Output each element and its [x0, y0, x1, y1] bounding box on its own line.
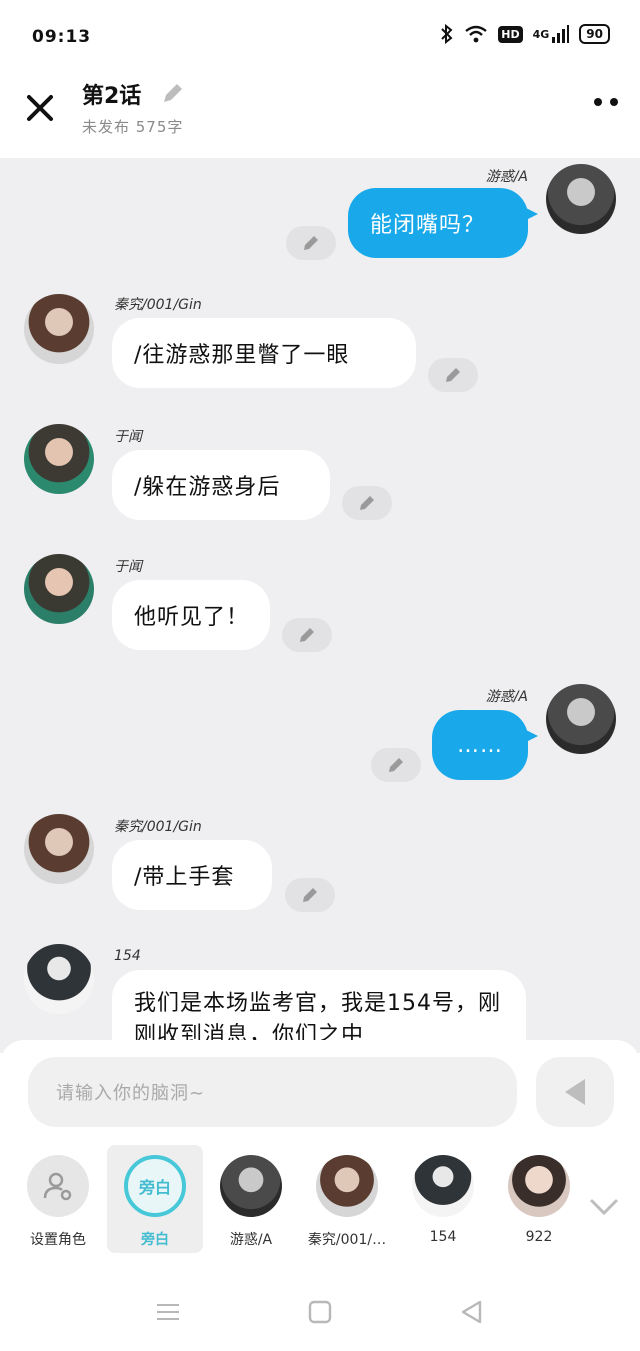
menu-icon — [157, 1304, 179, 1320]
home-icon — [308, 1300, 332, 1324]
char-label: 922 — [525, 1229, 553, 1245]
more-options-button[interactable] — [594, 98, 618, 106]
avatar[interactable] — [546, 684, 616, 754]
char-avatar — [508, 1155, 570, 1217]
pencil-icon — [360, 496, 374, 510]
home-nav-button[interactable] — [306, 1298, 334, 1326]
back-icon — [461, 1300, 482, 1324]
edit-message-button[interactable] — [282, 618, 332, 652]
status-time: 09:13 — [32, 27, 92, 47]
character-narration[interactable]: 旁白 旁白 — [107, 1145, 203, 1253]
dot-icon — [594, 98, 602, 106]
char-label: 游惑/A — [229, 1232, 273, 1248]
avatar[interactable] — [24, 814, 94, 884]
sender-name: 于闻 — [114, 429, 142, 445]
expand-characters-button[interactable] — [588, 1195, 620, 1219]
sender-name: 游惑/A — [485, 169, 528, 185]
avatar[interactable] — [24, 554, 94, 624]
avatar[interactable] — [24, 294, 94, 364]
page-title: 第2话 — [82, 84, 142, 109]
message-input[interactable]: 请输入你的脑洞~ — [28, 1057, 517, 1127]
send-icon — [565, 1079, 585, 1105]
edit-message-button[interactable] — [342, 486, 392, 520]
wifi-icon — [464, 25, 488, 43]
char-avatar — [220, 1155, 282, 1217]
pencil-icon — [300, 628, 314, 642]
message-bubble[interactable]: /躲在游惑身后 — [112, 450, 330, 520]
message-bubble[interactable]: /带上手套 — [112, 840, 272, 910]
character-youhuo[interactable]: 游惑/A — [203, 1145, 299, 1253]
char-label: 设置角色 — [30, 1232, 86, 1248]
system-nav-bar — [0, 1270, 640, 1351]
chevron-down-icon — [590, 1199, 618, 1216]
character-selector: 设置角色 旁白 旁白 游惑/A 秦究/001/… 154 922 — [0, 1145, 640, 1255]
header: 第2话 未发布 575字 — [0, 72, 640, 158]
char-avatar — [316, 1155, 378, 1217]
edit-message-button[interactable] — [428, 358, 478, 392]
edit-message-button[interactable] — [286, 226, 336, 260]
pencil-icon — [304, 236, 318, 250]
pencil-icon — [389, 758, 403, 772]
character-qinjiu[interactable]: 秦究/001/… — [299, 1145, 395, 1253]
sender-name: 游惑/A — [485, 689, 528, 705]
menu-nav-button[interactable] — [154, 1298, 182, 1326]
message-bubble[interactable]: 他听见了！ — [112, 580, 270, 650]
sender-name: 154 — [114, 948, 141, 964]
avatar[interactable] — [24, 424, 94, 494]
battery-indicator: 90 — [579, 24, 610, 44]
set-role-circle — [27, 1155, 89, 1217]
sender-name: 于闻 — [114, 559, 142, 575]
status-bar: 09:13 HD 4G 90 — [0, 0, 640, 72]
bluetooth-icon — [440, 24, 454, 44]
avatar[interactable] — [546, 164, 616, 234]
sender-name: 秦究/001/Gin — [114, 297, 202, 313]
message-bubble[interactable]: 能闭嘴吗？ — [348, 188, 538, 258]
char-label: 旁白 — [141, 1232, 169, 1248]
avatar[interactable] — [24, 944, 94, 1014]
set-role-button[interactable]: 设置角色 — [10, 1145, 106, 1253]
char-label: 154 — [429, 1229, 457, 1245]
pencil-icon — [303, 888, 317, 902]
sender-name: 秦究/001/Gin — [114, 819, 202, 835]
send-button[interactable] — [536, 1057, 614, 1127]
pencil-icon — [446, 368, 460, 382]
char-avatar — [412, 1155, 474, 1217]
character-922[interactable]: 922 — [491, 1145, 587, 1253]
close-button[interactable] — [24, 92, 56, 124]
back-nav-button[interactable] — [458, 1298, 486, 1326]
network-type: 4G — [532, 27, 550, 41]
close-icon — [27, 95, 53, 121]
pencil-icon — [164, 84, 182, 102]
edit-message-button[interactable] — [285, 878, 335, 912]
status-icons: HD 4G 90 — [440, 24, 610, 44]
hd-badge: HD — [498, 25, 523, 43]
message-bubble[interactable]: /往游惑那里瞥了一眼 — [112, 318, 416, 388]
narration-circle: 旁白 — [124, 1155, 186, 1217]
person-settings-icon — [43, 1172, 72, 1201]
character-154[interactable]: 154 — [395, 1145, 491, 1253]
publish-status: 未发布 575字 — [82, 118, 184, 136]
chat-area[interactable]: 游惑/A 能闭嘴吗？ 秦究/001/Gin /往游惑那里瞥了一眼 于闻 /躲在游… — [0, 158, 640, 1053]
signal-icon: 4G — [533, 25, 570, 43]
edit-title-button[interactable] — [160, 80, 186, 106]
char-label: 秦究/001/… — [307, 1232, 387, 1248]
edit-message-button[interactable] — [371, 748, 421, 782]
message-bubble[interactable]: …… — [432, 710, 538, 780]
dot-icon — [610, 98, 618, 106]
